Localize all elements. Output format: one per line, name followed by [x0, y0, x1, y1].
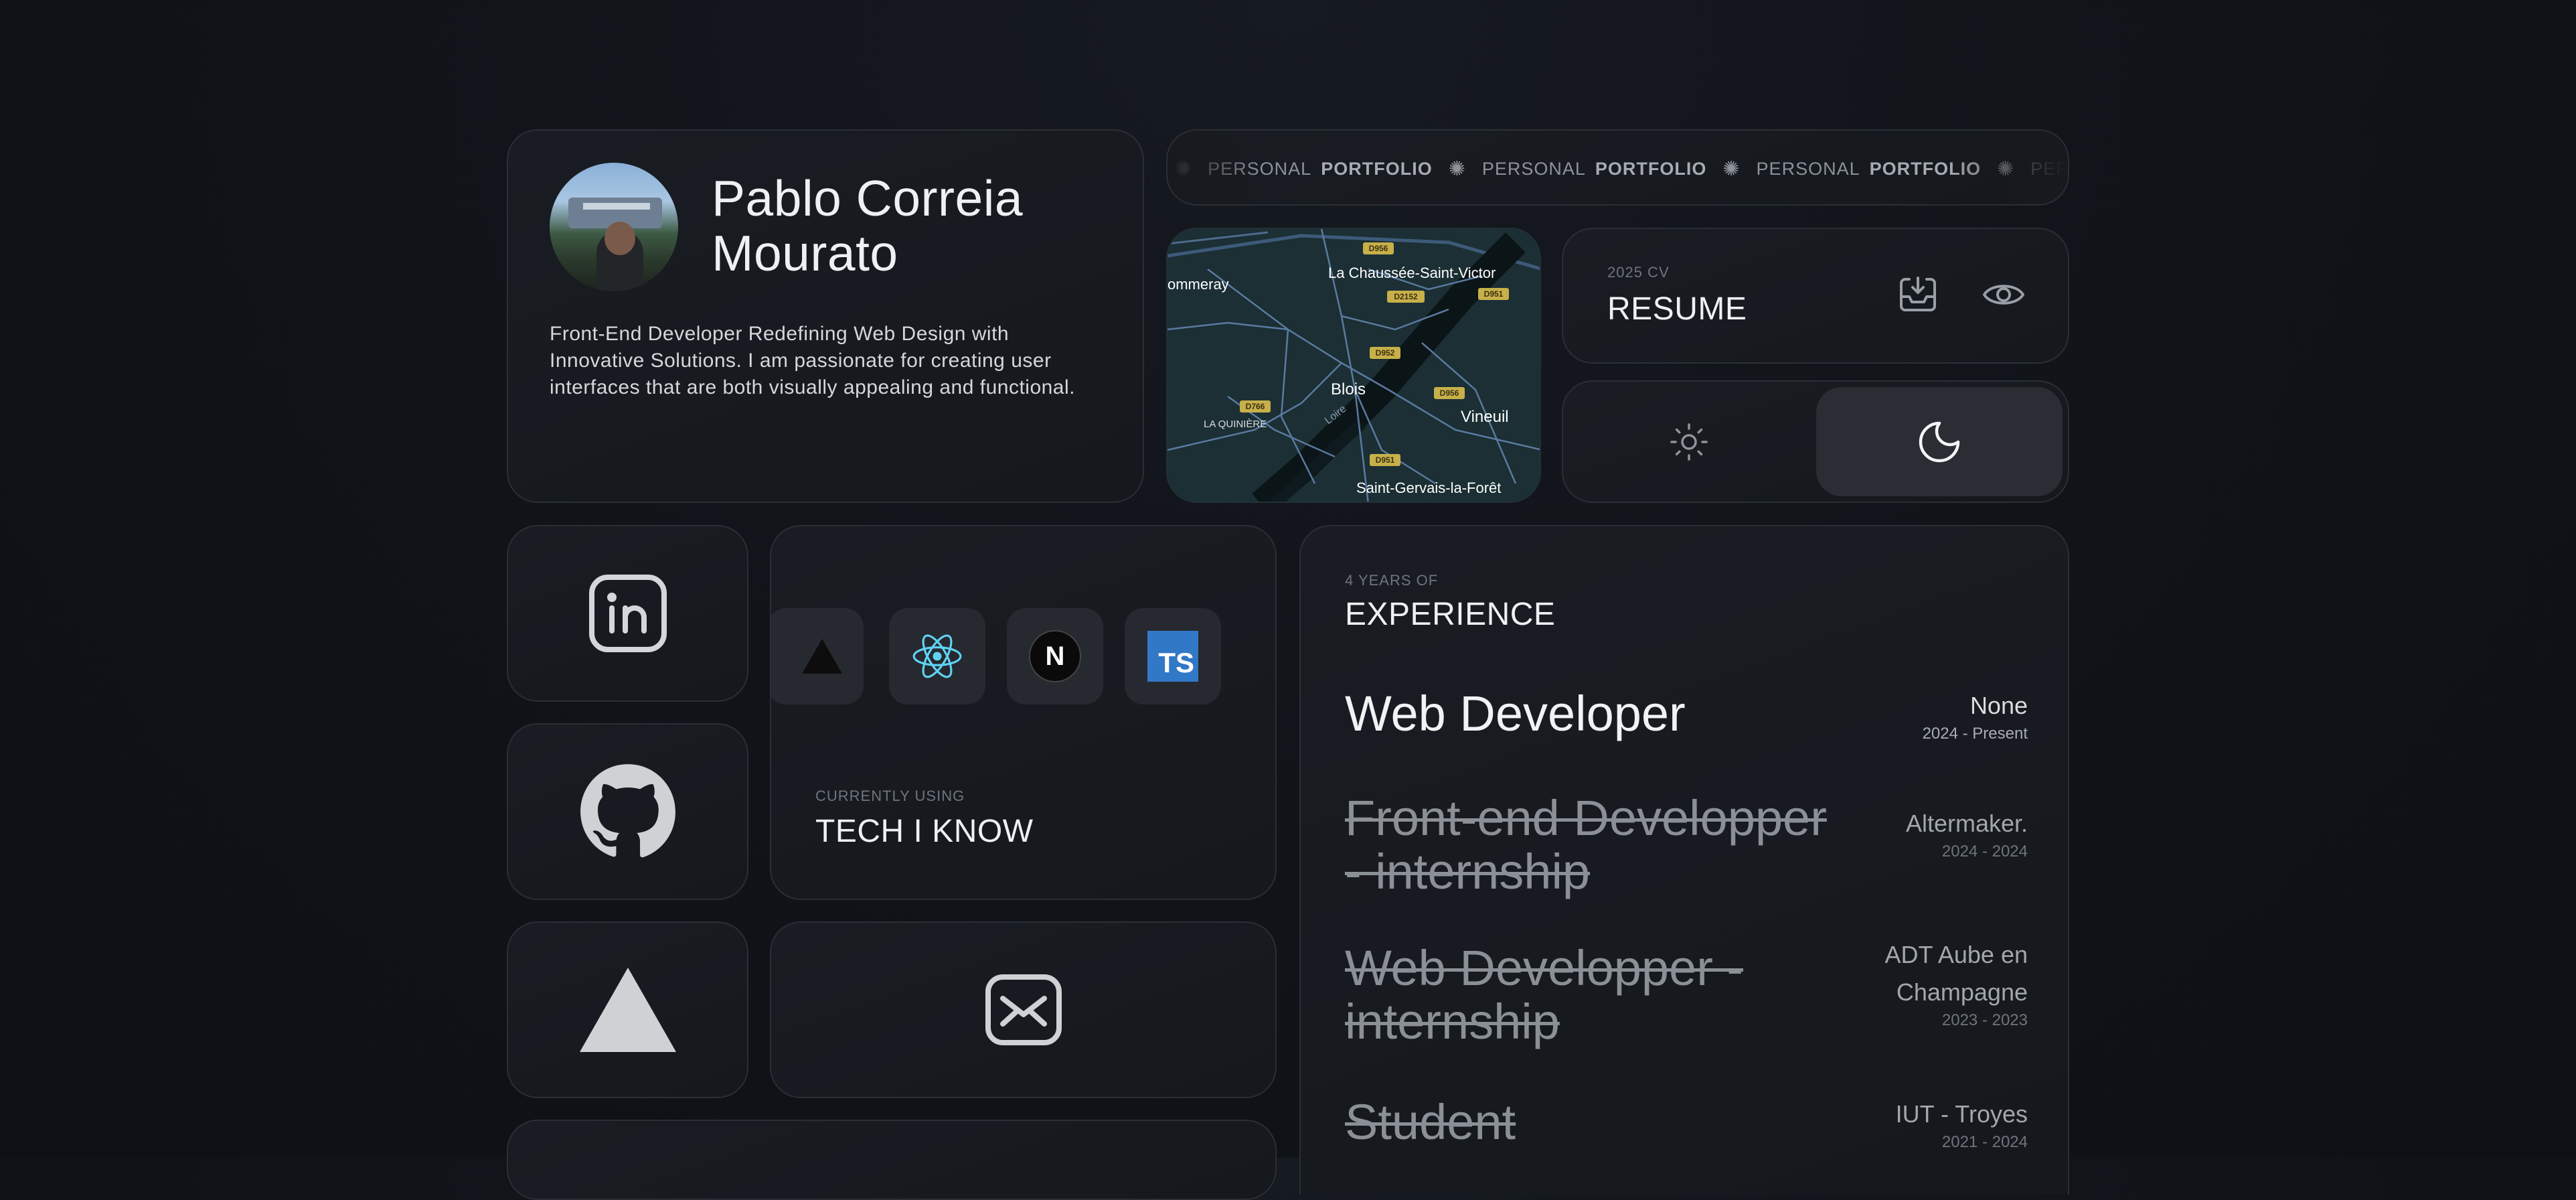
experience-title: EXPERIENCE: [1345, 597, 1556, 632]
github-link[interactable]: [507, 723, 748, 900]
map-place-label: Blois: [1331, 380, 1366, 398]
download-icon[interactable]: [1893, 269, 1943, 320]
map-place-label: ommeray: [1168, 276, 1229, 293]
job-title: Front-end Developper: [1345, 790, 1827, 846]
map-place-label: LA QUINIÈRE: [1204, 419, 1267, 430]
dark-theme-button[interactable]: [1816, 387, 2063, 496]
sun-icon: [1670, 423, 1708, 461]
profile-name-line2: Mourato: [712, 225, 898, 281]
experience-item: Web Developer None 2024 - Present: [1345, 687, 2028, 761]
profile-name: Pablo Correia Mourato: [712, 171, 1023, 281]
job-title: Web Developer: [1345, 686, 1686, 741]
job-title: Student: [1345, 1094, 1516, 1150]
experience-item: Front-end Developper - internship Alterm…: [1345, 792, 2028, 905]
job-title-line2: - internship: [1345, 844, 1591, 899]
tech-stack-card: N TS CURRENTLY USING TECH I KNOW: [770, 525, 1277, 900]
marquee-track: ✺ PERSONAL PORTFOLIO ✺ PERSONAL PORTFOLI…: [1174, 131, 2068, 204]
experience-item: Student IUT - Troyes 2021 - 2024: [1345, 1096, 2028, 1169]
email-link[interactable]: [770, 921, 1277, 1098]
resume-title: RESUME: [1607, 291, 1747, 327]
github-icon: [580, 764, 675, 858]
road-label: D2152: [1394, 292, 1418, 301]
avatar: [550, 163, 678, 291]
marquee-word-personal: PERSONAL: [1481, 158, 1586, 179]
marquee-word-portfolio: PORTFOLIO: [1321, 158, 1433, 179]
linkedin-icon: [588, 575, 667, 652]
road-label: D956: [1440, 388, 1459, 398]
job-company: ADT Aube en: [1884, 941, 2028, 968]
job-company: None: [1969, 692, 2028, 719]
map-canvas: D956 D2152 D951 D952 D956 D766 D951 omme…: [1168, 229, 1540, 502]
light-theme-button[interactable]: [1568, 387, 1809, 496]
tech-title: TECH I KNOW: [815, 814, 1034, 849]
job-dates: 2024 - Present: [1922, 725, 2028, 743]
map-place-label: Saint-Gervais-la-Forêt: [1356, 479, 1501, 496]
vercel-icon: [579, 968, 676, 1052]
marquee-star-icon: ✺: [1722, 157, 1741, 180]
eye-icon[interactable]: [1978, 269, 2029, 320]
portfolio-marquee: ✺ PERSONAL PORTFOLIO ✺ PERSONAL PORTFOLI…: [1166, 129, 2069, 206]
marquee-star-icon: ✺: [1448, 157, 1466, 180]
mail-icon: [985, 974, 1062, 1045]
location-map[interactable]: D956 D2152 D951 D952 D956 D766 D951 omme…: [1166, 228, 1541, 503]
road-label: D766: [1246, 402, 1265, 411]
react-icon: [889, 608, 985, 704]
profile-bio: Front-End Developer Redefining Web Desig…: [550, 323, 1075, 398]
resume-card: 2025 CV RESUME: [1562, 228, 2069, 364]
map-place-label: La Chaussée-Saint-Victor: [1328, 265, 1496, 281]
road-label: D952: [1376, 348, 1395, 358]
marquee-word-portfolio: PORTFOLIO: [1595, 158, 1707, 179]
typescript-icon: TS: [1125, 608, 1221, 704]
road-label: D951: [1376, 455, 1395, 465]
job-title: Web Developper -: [1345, 940, 1744, 996]
marquee-word-personal: PERSONAL: [1756, 158, 1860, 179]
job-dates: 2023 - 2023: [1941, 1011, 2028, 1029]
tech-overline: CURRENTLY USING: [815, 788, 965, 804]
partial-card: [507, 1120, 1277, 1200]
theme-toggle: [1562, 380, 2069, 503]
vercel-link[interactable]: [507, 921, 748, 1098]
resume-overline: 2025 CV: [1607, 264, 1670, 281]
job-company: Altermaker.: [1905, 810, 2028, 837]
road-label: D956: [1369, 244, 1388, 253]
job-dates: 2024 - 2024: [1941, 842, 2028, 860]
job-title-line2: internship: [1345, 994, 1560, 1049]
road-label: D951: [1484, 289, 1504, 299]
job-company-line2: Champagne: [1896, 978, 2028, 1006]
map-place-label: Vineuil: [1461, 408, 1509, 426]
nextjs-icon: N: [1007, 608, 1103, 704]
linkedin-link[interactable]: [507, 525, 748, 702]
moon-icon: [1919, 421, 1960, 462]
job-dates: 2021 - 2024: [1941, 1133, 2028, 1151]
experience-overline: 4 YEARS OF: [1345, 572, 1439, 589]
profile-name-line1: Pablo Correia: [712, 170, 1024, 226]
profile-card: Pablo Correia Mourato Front-End Develope…: [507, 129, 1144, 503]
job-company: IUT - Troyes: [1895, 1100, 2028, 1128]
vercel-icon: [771, 608, 864, 704]
experience-card: 4 YEARS OF EXPERIENCE Web Developer None…: [1299, 525, 2069, 1195]
experience-item: Web Developper - internship ADT Aube en …: [1345, 940, 2028, 1055]
